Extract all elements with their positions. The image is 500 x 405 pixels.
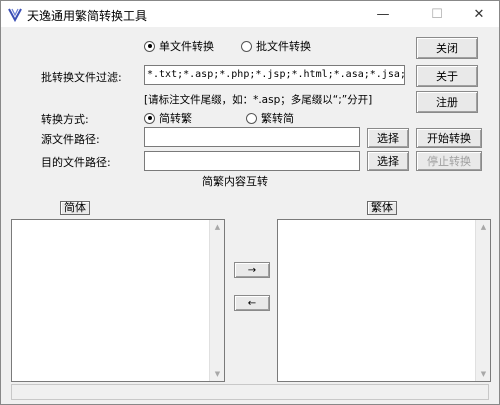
window-close-button[interactable]: ✕ — [459, 1, 499, 27]
target-browse-button[interactable]: 选择 — [367, 151, 409, 171]
stop-convert-button[interactable]: 停止转换 — [416, 151, 482, 171]
filter-input[interactable]: *.txt;*.asp;*.php;*.jsp;*.html;*.asa;*.j… — [144, 65, 405, 85]
scroll-down-arrow-icon[interactable]: ▼ — [476, 367, 491, 381]
scroll-up-arrow-icon[interactable]: ▲ — [476, 220, 491, 234]
scroll-down-arrow-icon[interactable]: ▼ — [210, 367, 225, 381]
target-path-input[interactable] — [144, 151, 360, 171]
app-window: 天逸通用繁简转换工具 — ☐ ✕ 单文件转换 批文件转换 关闭 关于 注册 批转… — [0, 0, 500, 405]
radio-t2s-indicator — [246, 112, 257, 124]
convert-to-right-button[interactable]: → — [234, 262, 270, 278]
filter-hint: [请标注文件尾缀，如：*.asp；多尾缀以“;”分开] — [144, 94, 373, 106]
traditional-scrollbar[interactable]: ▲ ▼ — [475, 220, 490, 381]
source-path-input[interactable] — [144, 127, 360, 147]
radio-simplified-to-traditional[interactable]: 简转繁 — [144, 110, 192, 126]
simplified-text-area[interactable]: ▲ ▼ — [11, 219, 225, 382]
simplified-tag: 简体 — [60, 201, 90, 215]
convert-to-left-button[interactable]: ← — [234, 295, 270, 311]
filter-label: 批转换文件过滤: — [41, 71, 122, 84]
traditional-tag: 繁体 — [367, 201, 397, 215]
simplified-scrollbar[interactable]: ▲ ▼ — [209, 220, 224, 381]
status-bar — [11, 384, 489, 400]
radio-t2s-label: 繁转简 — [261, 112, 294, 125]
start-convert-button[interactable]: 开始转换 — [416, 128, 482, 148]
minimize-button[interactable]: — — [363, 1, 403, 27]
radio-single-indicator — [144, 40, 155, 52]
target-path-label: 目的文件路径: — [41, 156, 111, 169]
close-icon: ✕ — [473, 6, 485, 22]
radio-batch-file[interactable]: 批文件转换 — [241, 38, 311, 54]
scroll-up-arrow-icon[interactable]: ▲ — [210, 220, 225, 234]
register-button[interactable]: 注册 — [416, 91, 478, 113]
window-title: 天逸通用繁简转换工具 — [27, 9, 148, 23]
maximize-button[interactable]: ☐ — [417, 1, 457, 27]
app-logo-icon — [8, 8, 22, 22]
radio-s2t-label: 简转繁 — [159, 112, 192, 125]
maximize-icon: ☐ — [431, 6, 443, 22]
radio-traditional-to-simplified[interactable]: 繁转简 — [246, 110, 294, 126]
radio-single-label: 单文件转换 — [159, 40, 214, 53]
about-button[interactable]: 关于 — [416, 65, 478, 87]
radio-batch-label: 批文件转换 — [256, 40, 311, 53]
traditional-text-area[interactable]: ▲ ▼ — [277, 219, 491, 382]
radio-batch-indicator — [241, 40, 252, 52]
radio-s2t-indicator — [144, 112, 155, 124]
source-path-label: 源文件路径: — [41, 133, 100, 146]
close-button[interactable]: 关闭 — [416, 37, 478, 59]
source-browse-button[interactable]: 选择 — [367, 128, 409, 148]
direction-label: 转换方式: — [41, 113, 89, 126]
minimize-icon: — — [376, 6, 390, 22]
radio-single-file[interactable]: 单文件转换 — [144, 38, 214, 54]
mutual-convert-title: 简繁内容互转 — [202, 175, 268, 188]
title-bar: 天逸通用繁简转换工具 — ☐ ✕ — [1, 1, 499, 27]
